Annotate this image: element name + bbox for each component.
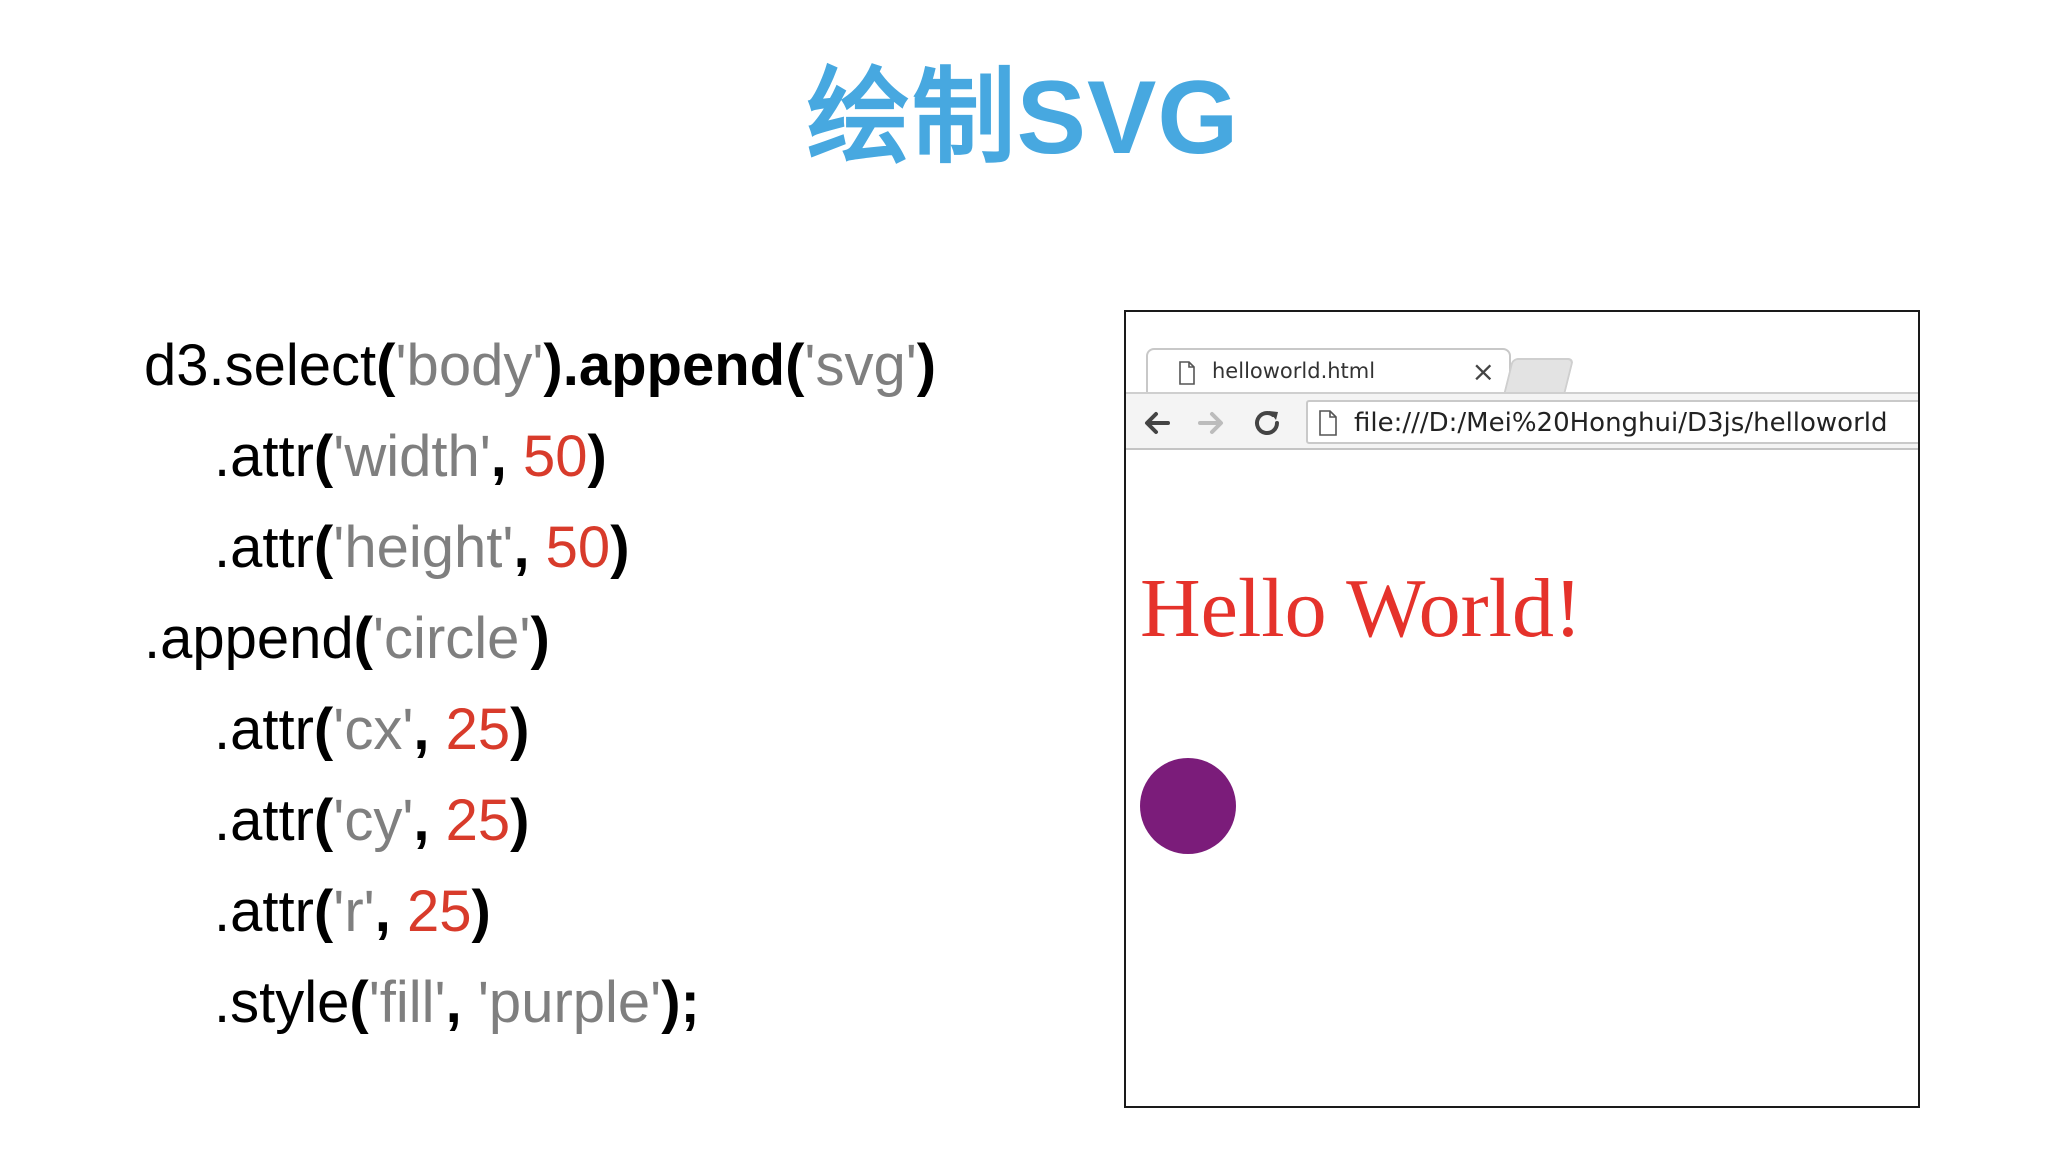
code-string: 'circle' xyxy=(372,606,531,671)
tab-bar: helloworld.html × xyxy=(1126,312,1918,394)
page-content: Hello World! xyxy=(1126,450,1918,1106)
code-string: 'r' xyxy=(333,879,375,944)
code-token: d3.select xyxy=(144,333,377,398)
code-token: ( xyxy=(313,424,334,489)
code-string: 'purple' xyxy=(477,970,662,1035)
code-number: 25 xyxy=(445,788,511,853)
new-tab-button[interactable] xyxy=(1503,358,1575,392)
code-token: ( xyxy=(313,697,334,762)
purple-circle xyxy=(1140,758,1236,854)
code-number: 50 xyxy=(545,515,611,580)
code-token: .attr xyxy=(214,515,314,580)
code-token: ( xyxy=(353,606,373,671)
browser-toolbar: file:///D:/Mei%20Honghui/D3js/helloworld xyxy=(1126,392,1918,450)
close-icon[interactable]: × xyxy=(1472,355,1495,388)
code-token: ) xyxy=(510,788,530,853)
code-token: ( xyxy=(376,333,396,398)
code-token: .attr xyxy=(214,424,314,489)
code-token: , xyxy=(513,515,546,580)
code-token: ).append( xyxy=(543,333,805,398)
code-token: .attr xyxy=(214,879,314,944)
browser-tab[interactable]: helloworld.html × xyxy=(1146,348,1511,394)
code-token: , xyxy=(490,424,524,489)
code-token: ) xyxy=(916,333,937,398)
code-line: .attr('width', 50) xyxy=(144,411,936,502)
code-string: 'fill' xyxy=(368,970,446,1035)
code-token: ( xyxy=(349,970,369,1035)
file-icon xyxy=(1178,361,1196,390)
code-token: .append xyxy=(144,606,354,671)
code-block: d3.select('body').append('svg') .attr('wi… xyxy=(144,320,936,1048)
back-arrow-icon[interactable] xyxy=(1140,406,1174,440)
code-string: 'svg' xyxy=(804,333,917,398)
code-number: 25 xyxy=(406,879,472,944)
code-token: , xyxy=(445,970,478,1035)
code-string: 'width' xyxy=(333,424,491,489)
address-text: file:///D:/Mei%20Honghui/D3js/helloworld xyxy=(1354,408,1888,438)
code-line: .attr('height', 50) xyxy=(144,502,936,593)
code-token: ); xyxy=(661,970,700,1035)
code-token: ) xyxy=(471,879,491,944)
code-token: ( xyxy=(313,515,334,580)
forward-arrow-icon[interactable] xyxy=(1194,406,1228,440)
code-token: .attr xyxy=(214,788,314,853)
code-string: 'cx' xyxy=(333,697,414,762)
code-line: .attr('cx', 25) xyxy=(144,684,936,775)
code-number: 25 xyxy=(445,697,511,762)
code-token: .attr xyxy=(214,697,314,762)
code-string: 'cy' xyxy=(333,788,414,853)
code-line: d3.select('body').append('svg') xyxy=(144,320,936,411)
tab-title: helloworld.html xyxy=(1212,359,1376,383)
code-token: ) xyxy=(510,697,530,762)
code-token: , xyxy=(413,697,446,762)
hello-world-heading: Hello World! xyxy=(1140,562,1582,655)
browser-window: helloworld.html × file:///D:/Mei%20Hongh… xyxy=(1124,310,1920,1108)
code-token: ( xyxy=(313,788,334,853)
code-token: , xyxy=(413,788,446,853)
code-token: ) xyxy=(587,424,607,489)
code-token: ) xyxy=(610,515,630,580)
code-token: ) xyxy=(530,606,550,671)
address-bar[interactable]: file:///D:/Mei%20Honghui/D3js/helloworld xyxy=(1306,400,1918,444)
file-icon xyxy=(1318,410,1338,441)
code-string: 'body' xyxy=(395,333,544,398)
code-line: .attr('r', 25) xyxy=(144,866,936,957)
code-number: 50 xyxy=(523,424,588,489)
code-token: , xyxy=(374,879,407,944)
slide-title: 绘制SVG xyxy=(806,60,1240,176)
code-token: ( xyxy=(313,879,334,944)
code-string: 'height' xyxy=(333,515,514,580)
code-token: .style xyxy=(214,970,350,1035)
svg-canvas xyxy=(1140,758,1236,854)
code-line: .append('circle') xyxy=(144,593,936,684)
code-line: .attr('cy', 25) xyxy=(144,775,936,866)
reload-icon[interactable] xyxy=(1250,406,1284,440)
code-line: .style('fill', 'purple'); xyxy=(144,957,936,1048)
